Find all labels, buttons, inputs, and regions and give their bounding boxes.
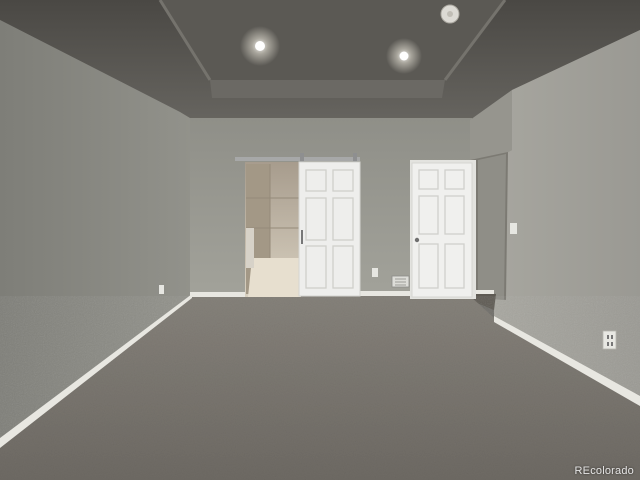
photo-watermark: REcolorado — [574, 465, 634, 477]
barn-door — [298, 161, 361, 297]
light-switch — [510, 223, 517, 234]
door-knob — [414, 237, 420, 243]
wall-outlet — [159, 285, 164, 294]
barn-door-handle — [301, 230, 303, 244]
wall-outlet — [602, 330, 617, 350]
closet-door — [411, 162, 473, 298]
bedroom-photo — [0, 0, 640, 480]
bathroom-floor — [248, 258, 300, 297]
barn-door-track — [235, 157, 360, 161]
tray-ceiling-edge — [210, 80, 445, 98]
wall-outlet — [372, 268, 378, 277]
baseboard-back — [190, 292, 248, 297]
